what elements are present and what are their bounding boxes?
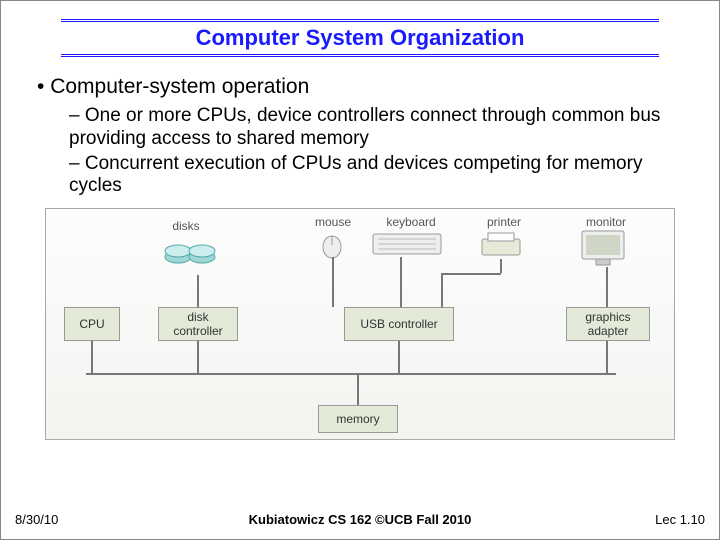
bullet-level1: • Computer-system operation — [37, 75, 683, 99]
line-cpu-bus — [91, 341, 93, 373]
line-printer-down — [500, 259, 502, 273]
bullet-level2-a-text: One or more CPUs, device controllers con… — [69, 105, 660, 149]
box-usb-controller: USB controller — [344, 307, 454, 341]
label-printer: printer — [474, 215, 534, 229]
content-area: • Computer-system operation – One or mor… — [1, 63, 719, 440]
monitor-icon — [578, 229, 628, 269]
line-mouse-usb — [332, 257, 334, 307]
keyboard-icon — [372, 233, 442, 257]
bullet-level1-text: Computer-system operation — [50, 75, 309, 98]
label-monitor: monitor — [576, 215, 636, 229]
line-usb-bus — [398, 341, 400, 373]
line-keyboard-usb — [400, 257, 402, 307]
box-cpu: CPU — [64, 307, 120, 341]
footer-date: 8/30/10 — [15, 512, 58, 527]
line-bus-memory — [357, 373, 359, 405]
line-disks-ctrl — [197, 275, 199, 307]
bullet-level2-b-text: Concurrent execution of CPUs and devices… — [69, 153, 642, 197]
mouse-icon — [318, 231, 346, 259]
system-diagram: disks mouse keyboard printer monitor on-… — [45, 208, 675, 440]
disks-icon — [162, 235, 218, 275]
box-graphics-adapter: graphics adapter — [566, 307, 650, 341]
box-disk-controller: disk controller — [158, 307, 238, 341]
footer: 8/30/10 Kubiatowicz CS 162 ©UCB Fall 201… — [1, 512, 719, 527]
label-keyboard: keyboard — [376, 215, 446, 229]
bullet-level2-a: – One or more CPUs, device controllers c… — [69, 105, 683, 151]
line-gfx-bus — [606, 341, 608, 373]
label-mouse: mouse — [308, 215, 358, 229]
box-memory: memory — [318, 405, 398, 433]
label-disks: disks — [156, 219, 216, 233]
printer-icon — [478, 231, 524, 261]
slide-title: Computer System Organization — [61, 23, 659, 53]
line-diskctrl-bus — [197, 341, 199, 373]
footer-center: Kubiatowicz CS 162 ©UCB Fall 2010 — [1, 512, 719, 527]
line-printer-across — [441, 273, 501, 275]
line-printer-usb — [441, 273, 443, 307]
line-monitor-gfx — [606, 267, 608, 307]
system-bus — [86, 373, 616, 375]
footer-page: Lec 1.10 — [655, 512, 705, 527]
bullet-level2-b: – Concurrent execution of CPUs and devic… — [69, 153, 683, 199]
title-bar: Computer System Organization — [61, 19, 659, 57]
